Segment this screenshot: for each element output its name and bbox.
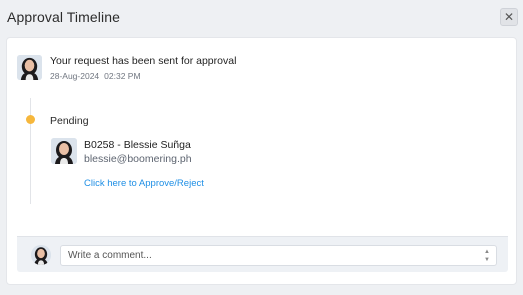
commenter-avatar: [31, 245, 51, 265]
request-time: 02:32 PM: [104, 71, 141, 81]
comment-bar: ▲ ▼: [17, 236, 508, 272]
chevron-up-icon: ▲: [484, 249, 490, 255]
comment-resize-handle[interactable]: ▲ ▼: [483, 249, 491, 263]
chevron-down-icon: ▼: [484, 257, 490, 263]
approve-reject-link[interactable]: Click here to Approve/Reject: [84, 178, 204, 189]
request-timestamp: 28-Aug-2024 02:32 PM: [50, 71, 141, 81]
status-label: Pending: [50, 115, 89, 127]
request-date: 28-Aug-2024: [50, 71, 100, 81]
requester-avatar: [17, 55, 42, 80]
comment-input[interactable]: [60, 245, 497, 266]
approver-name: B0258 - Blessie Suñga: [84, 139, 191, 151]
request-message: Your request has been sent for approval: [50, 55, 237, 67]
close-button[interactable]: ✕: [500, 8, 518, 26]
dialog-header: Approval Timeline ✕: [0, 0, 523, 36]
approver-email: blessie@boomering.ph: [84, 153, 192, 165]
status-dot: [26, 115, 35, 124]
dialog-title: Approval Timeline: [7, 9, 120, 25]
approver-avatar: [51, 138, 77, 164]
timeline-panel: Your request has been sent for approval …: [6, 37, 517, 285]
timeline-line: [30, 98, 31, 204]
close-icon: ✕: [503, 10, 515, 24]
